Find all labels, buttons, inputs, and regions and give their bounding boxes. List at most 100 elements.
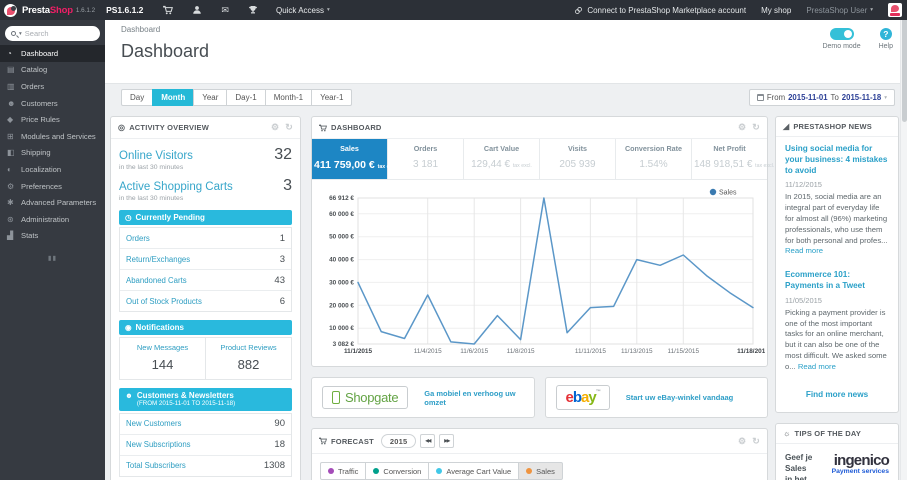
metric-tab-conversion-rate[interactable]: Conversion Rate 1.54% [616,139,692,179]
metric-value: 411 759,00 € tax excl. [314,159,398,171]
store-code-label: PS1.6.1.2 [106,5,144,15]
sidebar-item-administration[interactable]: ⊛ Administration [0,211,105,228]
metric-tab-cart-value[interactable]: Cart Value 129,44 € tax excl. [464,139,540,179]
row-value: 18 [274,439,285,451]
active-carts-link[interactable]: Active Shopping Carts [119,181,233,193]
shopgate-module-card[interactable]: Shopgate Ga mobiel en verhoog uw omzet [311,377,535,418]
module-ads-row: Shopgate Ga mobiel en verhoog uw omzet e… [311,377,768,418]
collapse-menu-icon[interactable]: ▮▮ [0,254,105,262]
prestashop-logo-icon[interactable] [4,3,17,17]
metric-label: Visits [567,144,588,153]
metric-tab-orders[interactable]: Orders 3 181 [388,139,464,179]
range-button-month[interactable]: Month [152,89,195,106]
refresh-icon[interactable]: ↻ [285,122,293,133]
sidebar-item-modules-and-services[interactable]: ⊞ Modules and Services [0,128,105,145]
sidebar-item-price-rules[interactable]: ◆ Price Rules [0,111,105,128]
svg-text:40 000 €: 40 000 € [329,257,354,264]
svg-text:11/11/2015: 11/11/2015 [575,348,606,355]
tips-body: ingenico Payment services Geef je Sales … [776,444,898,480]
brand-name[interactable]: PrestaShop [22,5,73,16]
metric-value: 129,44 € tax excl. [466,159,537,170]
table-row[interactable]: Total Subscribers 1308 [120,454,291,476]
table-row[interactable]: Return/Exchanges 3 [120,248,291,269]
gear-icon[interactable]: ⚙ [738,122,746,133]
forecast-legend: Traffic Conversion Average Cart Value Sales [312,454,767,480]
gear-icon[interactable]: ⚙ [738,436,746,447]
sidebar-item-customers[interactable]: ☻ Customers [0,95,105,112]
range-button-year-1[interactable]: Year-1 [311,89,353,106]
read-more-link[interactable]: Read more [785,246,823,255]
sidebar-search[interactable]: ▾ [5,26,100,41]
scrollbar-thumb[interactable] [902,2,907,122]
marketplace-link[interactable]: Connect to PrestaShop Marketplace accoun… [574,6,746,15]
notification-cell-product-reviews[interactable]: Product Reviews 882 [205,338,291,379]
metric-tab-visits[interactable]: Visits 205 939 [540,139,616,179]
find-more-news-link[interactable]: Find more news [785,390,889,399]
metric-suffix: tax excl. [512,163,532,169]
breadcrumb[interactable]: Dashboard [121,25,907,34]
cart-icon[interactable] [163,5,174,15]
sidebar-item-shipping[interactable]: ◧ Shipping [0,145,105,162]
date-from: 2015-11-01 [788,93,828,102]
chevron-down-icon[interactable]: ▾ [19,31,22,37]
avatar[interactable] [888,3,902,17]
legend-button-sales[interactable]: Sales [518,462,563,480]
customers-quick-icon[interactable] [192,5,202,15]
sidebar-item-label: Advanced Parameters [21,198,97,208]
news-item-title[interactable]: Ecommerce 101: Payments in a Tweet [785,270,889,292]
sidebar-item-stats[interactable]: ▟ Stats [0,228,105,245]
help-control: ? Help [879,28,893,50]
refresh-icon[interactable]: ↻ [752,436,760,447]
sidebar-item-preferences[interactable]: ⚙ Preferences [0,178,105,195]
previous-year-button[interactable]: ◀◀ [420,434,436,448]
sales-chart: 3 082 € 10 000 € 20 000 € 30 000 € 40 000 € 5… [312,180,769,366]
sidebar-item-catalog[interactable]: ▤ Catalog [0,62,105,79]
gear-icon[interactable]: ⚙ [271,122,279,133]
range-button-day[interactable]: Day [121,89,154,106]
forecast-year[interactable]: 2015 [380,434,417,448]
sidebar-item-localization[interactable]: ◐ Localization [0,161,105,178]
table-row[interactable]: Orders 1 [120,228,291,248]
range-button-month-1[interactable]: Month-1 [264,89,313,106]
table-row[interactable]: Out of Stock Products 6 [120,290,291,311]
legend-button-average-cart-value[interactable]: Average Cart Value [428,462,520,480]
legend-button-traffic[interactable]: Traffic [320,462,367,480]
search-input[interactable] [24,29,83,38]
shopgate-link[interactable]: Ga mobiel en verhoog uw omzet [424,389,523,407]
header-tools: Demo mode ? Help [822,28,893,50]
online-visitors-link[interactable]: Online Visitors [119,150,193,162]
next-year-button[interactable]: ▶▶ [439,434,455,448]
sidebar-item-label: Dashboard [21,48,59,58]
my-shop-link[interactable]: My shop [761,6,791,15]
quick-access-menu[interactable]: Quick Access ▾ [276,6,330,15]
sidebar-item-dashboard[interactable]: ◔ Dashboard [0,45,105,62]
read-more-link[interactable]: Read more [798,362,836,371]
sidebar-item-advanced-parameters[interactable]: ✱ Advanced Parameters [0,194,105,211]
table-row[interactable]: Abandoned Carts 43 [120,269,291,290]
metric-tab-net-profit[interactable]: Net Profit 148 918,51 € tax excl. [692,139,774,179]
sidebar-item-orders[interactable]: ▥ Orders [0,78,105,95]
notification-cell-new-messages[interactable]: New Messages 144 [120,338,205,379]
mail-icon[interactable]: ✉ [221,5,229,16]
news-item-title[interactable]: Using social media for your business: 4 … [785,144,889,176]
table-row[interactable]: New Customers 90 [120,414,291,434]
vertical-scrollbar[interactable] [900,0,907,480]
refresh-icon[interactable]: ↻ [752,122,760,133]
range-button-day-1[interactable]: Day-1 [226,89,266,106]
demo-mode-toggle[interactable] [829,28,854,40]
pending-rows: Orders 1 Return/Exchanges 3 Abandoned Carts 4… [119,227,292,312]
date-range-picker[interactable]: From 2015-11-01 To 2015-11-18 ▾ [748,89,895,106]
row-label: Total Subscribers [126,461,186,471]
metric-tab-sales[interactable]: Sales 411 759,00 € tax excl. [312,139,398,179]
range-button-year[interactable]: Year [193,89,228,106]
metric-number: 205 939 [559,159,596,170]
trophy-icon[interactable] [248,5,258,15]
table-row[interactable]: New Subscriptions 18 [120,433,291,455]
legend-button-conversion[interactable]: Conversion [365,462,430,480]
ebay-module-card[interactable]: ebay™ Start uw eBay-winkel vandaag [544,377,768,418]
help-icon[interactable]: ? [879,28,892,40]
ebay-link[interactable]: Start uw eBay-winkel vandaag [626,393,734,402]
sidebar-item-label: Stats [21,231,39,241]
user-menu[interactable]: PrestaShop User ▾ [806,6,873,15]
sidebar-item-label: Administration [21,214,70,224]
